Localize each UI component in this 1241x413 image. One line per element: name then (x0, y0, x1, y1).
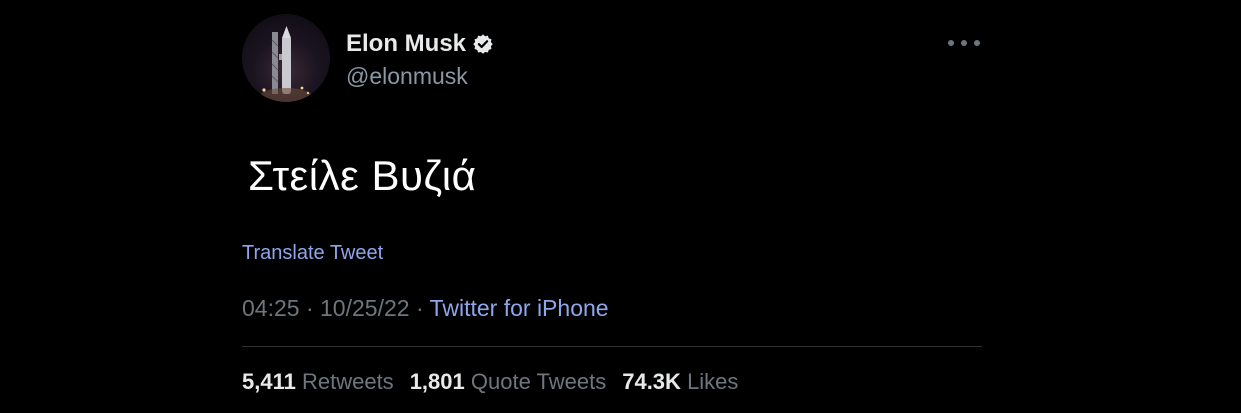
retweets-stat[interactable]: 5,411 Retweets (242, 367, 394, 397)
dot (974, 40, 980, 46)
tweet-date[interactable]: 10/25/22 (320, 295, 410, 321)
tweet-source-link[interactable]: Twitter for iPhone (430, 295, 609, 321)
likes-label: Likes (687, 369, 739, 394)
avatar[interactable] (242, 14, 330, 102)
tweet-card: Elon Musk @elonmusk Στείλε Βυζιά Transla… (242, 0, 982, 413)
likes-count: 74.3K (622, 369, 681, 394)
more-options-icon[interactable] (948, 36, 980, 50)
likes-stat[interactable]: 74.3K Likes (622, 367, 738, 397)
author-handle[interactable]: @elonmusk (346, 62, 468, 90)
translate-tweet-link[interactable]: Translate Tweet (242, 240, 383, 266)
tweet-text: Στείλε Βυζιά (248, 152, 477, 199)
tweet-metadata: 04:25 · 10/25/22 · Twitter for iPhone (242, 293, 609, 323)
dot (948, 40, 954, 46)
dot (961, 40, 967, 46)
divider (242, 346, 982, 347)
rocket-launchpad-icon (256, 26, 312, 102)
meta-separator: · (305, 295, 314, 321)
author-name-row: Elon Musk (346, 30, 494, 58)
tweet-stats: 5,411 Retweets 1,801 Quote Tweets 74.3K … (242, 367, 738, 397)
verified-badge-icon (472, 33, 494, 55)
quote-tweets-count: 1,801 (409, 369, 465, 394)
retweets-count: 5,411 (242, 369, 296, 394)
meta-separator: · (415, 295, 424, 321)
quote-tweets-label: Quote Tweets (470, 369, 607, 394)
author-name[interactable]: Elon Musk (346, 30, 466, 58)
tweet-time[interactable]: 04:25 (242, 295, 300, 321)
retweets-label: Retweets (301, 369, 394, 394)
quote-tweets-stat[interactable]: 1,801 Quote Tweets (410, 367, 607, 397)
